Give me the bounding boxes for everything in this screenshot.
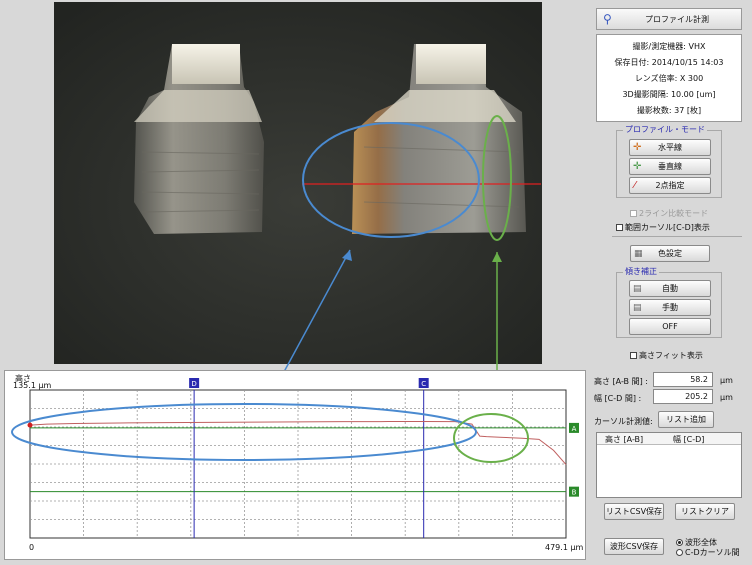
list-clear-button[interactable]: リストクリア bbox=[675, 503, 735, 520]
width-cd-unit: μm bbox=[720, 393, 733, 402]
two-point-icon: ⁄ bbox=[634, 180, 636, 191]
info-count: 撮影枚数: 37 [枚] bbox=[636, 106, 702, 115]
manual-icon: ▤ bbox=[633, 303, 642, 313]
two-point-button[interactable]: ⁄ 2点指定 bbox=[629, 177, 711, 194]
profile-start-point bbox=[27, 422, 33, 428]
height-fit-checkbox[interactable]: 高さフィット表示 bbox=[630, 350, 703, 361]
horizontal-icon: ✛ bbox=[633, 142, 642, 153]
height-ab-field[interactable]: 58.2 bbox=[653, 372, 713, 387]
marker-c-label: C bbox=[421, 380, 426, 388]
tilt-auto-label: 自動 bbox=[662, 284, 678, 293]
vertical-button[interactable]: ✛ 垂直線 bbox=[629, 158, 711, 175]
vertical-icon: ✛ bbox=[633, 161, 642, 172]
col-width-header: 幅 [C-D] bbox=[673, 435, 705, 444]
color-settings-label: 色設定 bbox=[658, 249, 682, 258]
height-ab-label: 高さ [A-B 間] : bbox=[594, 377, 648, 386]
cursor-measure-label: カーソル計測値: bbox=[594, 417, 653, 426]
list-add-button[interactable]: リスト追加 bbox=[658, 411, 714, 428]
marker-a-label: A bbox=[572, 425, 577, 433]
vertical-label: 垂直線 bbox=[658, 162, 682, 171]
horizontal-label: 水平線 bbox=[658, 143, 682, 152]
measurement-list[interactable]: 高さ [A-B] 幅 [C-D] bbox=[596, 432, 742, 498]
info-box: 撮影/測定機器: VHX 保存日付: 2014/10/15 14:03 レンズ倍… bbox=[596, 34, 742, 122]
tilt-title: 傾き補正 bbox=[623, 267, 659, 277]
list-header: 高さ [A-B] 幅 [C-D] bbox=[597, 433, 741, 445]
marker-b-label: B bbox=[572, 489, 577, 497]
height-ab-unit: μm bbox=[720, 376, 733, 385]
profile-mode-title: プロファイル・モード bbox=[623, 125, 707, 135]
range-cursor-check bbox=[616, 224, 623, 231]
divider-1 bbox=[612, 236, 742, 237]
marker-d-label: D bbox=[191, 380, 196, 388]
info-device: 撮影/測定機器: VHX bbox=[632, 42, 706, 51]
col-height-header: 高さ [A-B] bbox=[605, 435, 644, 444]
radio-cd[interactable]: C-Dカーソル間 bbox=[676, 547, 740, 558]
horizontal-button[interactable]: ✛ 水平線 bbox=[629, 139, 711, 156]
tilt-off-button[interactable]: OFF bbox=[629, 318, 711, 335]
panel-title-bar: ⚲ プロファイル計測 bbox=[596, 8, 742, 30]
tilt-auto-button[interactable]: ▤ 自動 bbox=[629, 280, 711, 297]
height-fit-check bbox=[630, 352, 637, 359]
panel-title: プロファイル計測 bbox=[645, 15, 709, 24]
two-line-compare-label: 2ライン比較モード bbox=[639, 209, 709, 218]
radio-cd-label: C-Dカーソル間 bbox=[685, 548, 740, 557]
list-csv-save-button[interactable]: リストCSV保存 bbox=[604, 503, 664, 520]
info-interval: 3D撮影間隔: 10.00 [um] bbox=[622, 90, 716, 99]
info-date: 保存日付: 2014/10/15 14:03 bbox=[614, 58, 724, 67]
color-settings-button[interactable]: ▦ 色設定 bbox=[630, 245, 710, 262]
range-cursor-label: 範囲カーソル[C-D]表示 bbox=[625, 223, 710, 232]
palette-icon: ▦ bbox=[634, 249, 643, 259]
two-point-label: 2点指定 bbox=[655, 181, 685, 190]
auto-icon: ▤ bbox=[633, 284, 642, 294]
range-cursor-checkbox[interactable]: 範囲カーソル[C-D]表示 bbox=[616, 222, 710, 233]
profile-mode-group: プロファイル・モード ✛ 水平線 ✛ 垂直線 ⁄ 2点指定 bbox=[616, 125, 722, 198]
height-fit-label: 高さフィット表示 bbox=[639, 351, 703, 360]
radio-all-dot bbox=[676, 539, 683, 546]
wave-csv-save-button[interactable]: 波形CSV保存 bbox=[604, 538, 664, 555]
tilt-off-label: OFF bbox=[662, 322, 678, 331]
tilt-manual-button[interactable]: ▤ 手動 bbox=[629, 299, 711, 316]
microscope-icon: ⚲ bbox=[603, 12, 612, 26]
tilt-manual-label: 手動 bbox=[662, 303, 678, 312]
width-cd-label: 幅 [C-D 間] : bbox=[594, 394, 642, 403]
two-line-compare-check bbox=[630, 210, 637, 217]
radio-all-label: 波形全体 bbox=[685, 538, 717, 547]
info-lens: レンズ倍率: X 300 bbox=[634, 74, 704, 83]
profile-chart[interactable]: D C A B bbox=[4, 370, 586, 560]
two-line-compare-checkbox[interactable]: 2ライン比較モード bbox=[630, 208, 708, 219]
radio-cd-dot bbox=[676, 549, 683, 556]
width-cd-field[interactable]: 205.2 bbox=[653, 389, 713, 404]
tilt-group: 傾き補正 ▤ 自動 ▤ 手動 OFF bbox=[616, 267, 722, 338]
